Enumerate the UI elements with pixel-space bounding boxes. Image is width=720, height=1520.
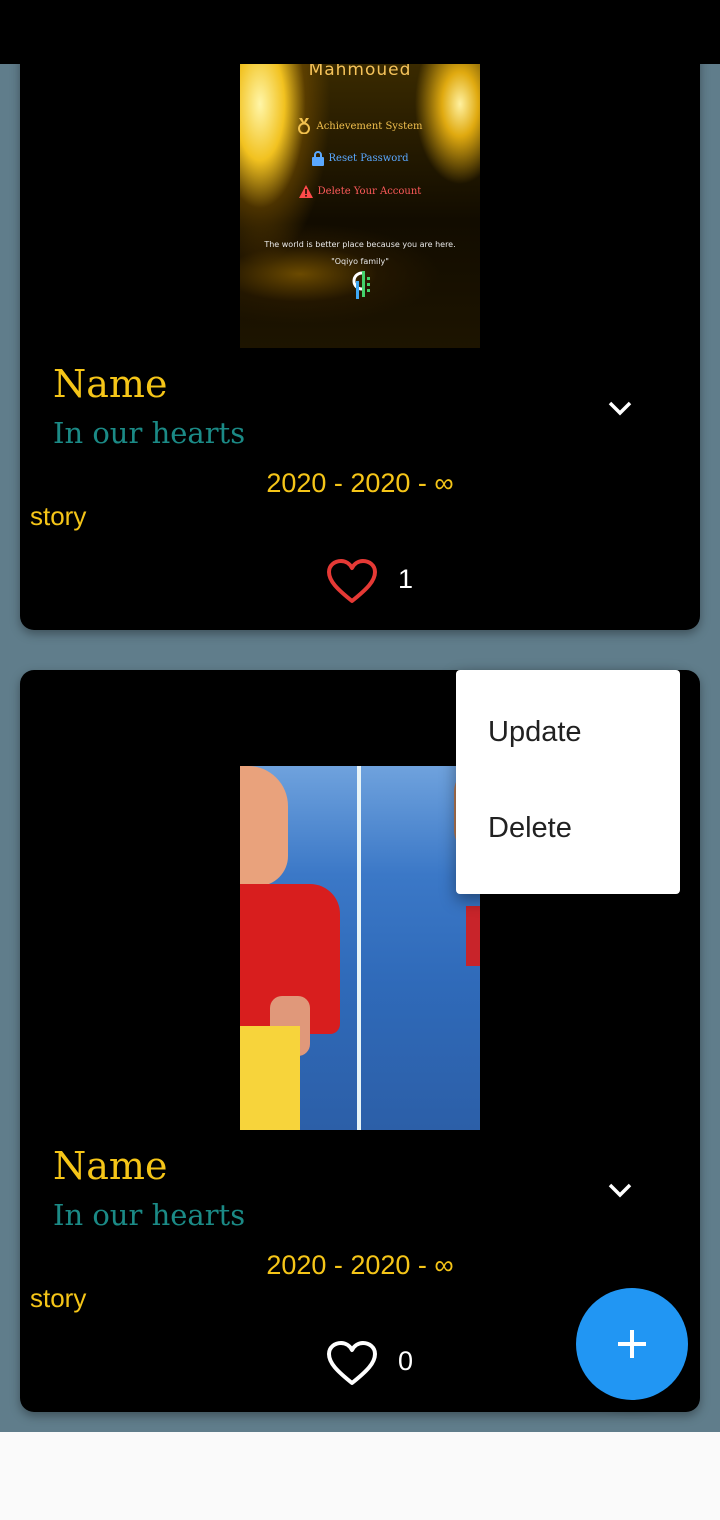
- overlay-delete-row: Delete Your Account: [240, 185, 480, 198]
- status-bar: [0, 0, 720, 64]
- story-text: story: [30, 1283, 87, 1313]
- chevron-down-icon[interactable]: [608, 400, 632, 416]
- story-text: story: [30, 501, 87, 531]
- photo-divider: [357, 766, 361, 1130]
- person-name: Name: [53, 362, 168, 406]
- overlay-quote: The world is better place because you ar…: [240, 236, 480, 270]
- menu-item-delete[interactable]: Delete: [488, 812, 572, 845]
- warning-icon: [298, 185, 313, 198]
- person-name: Name: [53, 1144, 168, 1188]
- person-subtitle: In our hearts: [53, 416, 246, 450]
- memorial-card[interactable]: Mahmoued Achievement System Reset Passwo…: [20, 0, 700, 630]
- memorial-photo: Mahmoued Achievement System Reset Passwo…: [240, 64, 480, 348]
- person-subtitle: In our hearts: [53, 1198, 246, 1232]
- plus-icon: [618, 1330, 646, 1358]
- like-count: 0: [398, 1346, 414, 1376]
- menu-item-update[interactable]: Update: [488, 716, 582, 749]
- overlay-quote-line1: The world is better place because you ar…: [264, 240, 456, 249]
- card-options-menu: Update Delete: [456, 670, 680, 894]
- heart-icon[interactable]: [327, 559, 377, 605]
- app-logo-icon: [352, 271, 370, 299]
- like-count: 1: [398, 564, 414, 594]
- overlay-user-name: Mahmoued: [308, 64, 412, 80]
- overlay-achievement-row: Achievement System: [240, 118, 480, 134]
- overlay-achievement-text: Achievement System: [316, 120, 423, 132]
- add-button[interactable]: [576, 1288, 688, 1400]
- lock-icon: [311, 151, 324, 166]
- heart-icon[interactable]: [327, 1341, 377, 1387]
- chevron-down-icon[interactable]: [608, 1182, 632, 1198]
- life-dates: 2020 - 2020 - ∞: [266, 468, 454, 498]
- photo-pants: [240, 1026, 300, 1130]
- overlay-reset-text: Reset Password: [328, 153, 409, 164]
- photo-face: [240, 766, 288, 886]
- medal-icon: [298, 118, 311, 134]
- overlay-reset-row: Reset Password: [240, 151, 480, 166]
- overlay-delete-text: Delete Your Account: [317, 186, 422, 197]
- bottom-area: [0, 1432, 720, 1520]
- life-dates: 2020 - 2020 - ∞: [266, 1250, 454, 1280]
- photo-right-shirt: [466, 906, 480, 966]
- memorial-photo: [240, 766, 480, 1130]
